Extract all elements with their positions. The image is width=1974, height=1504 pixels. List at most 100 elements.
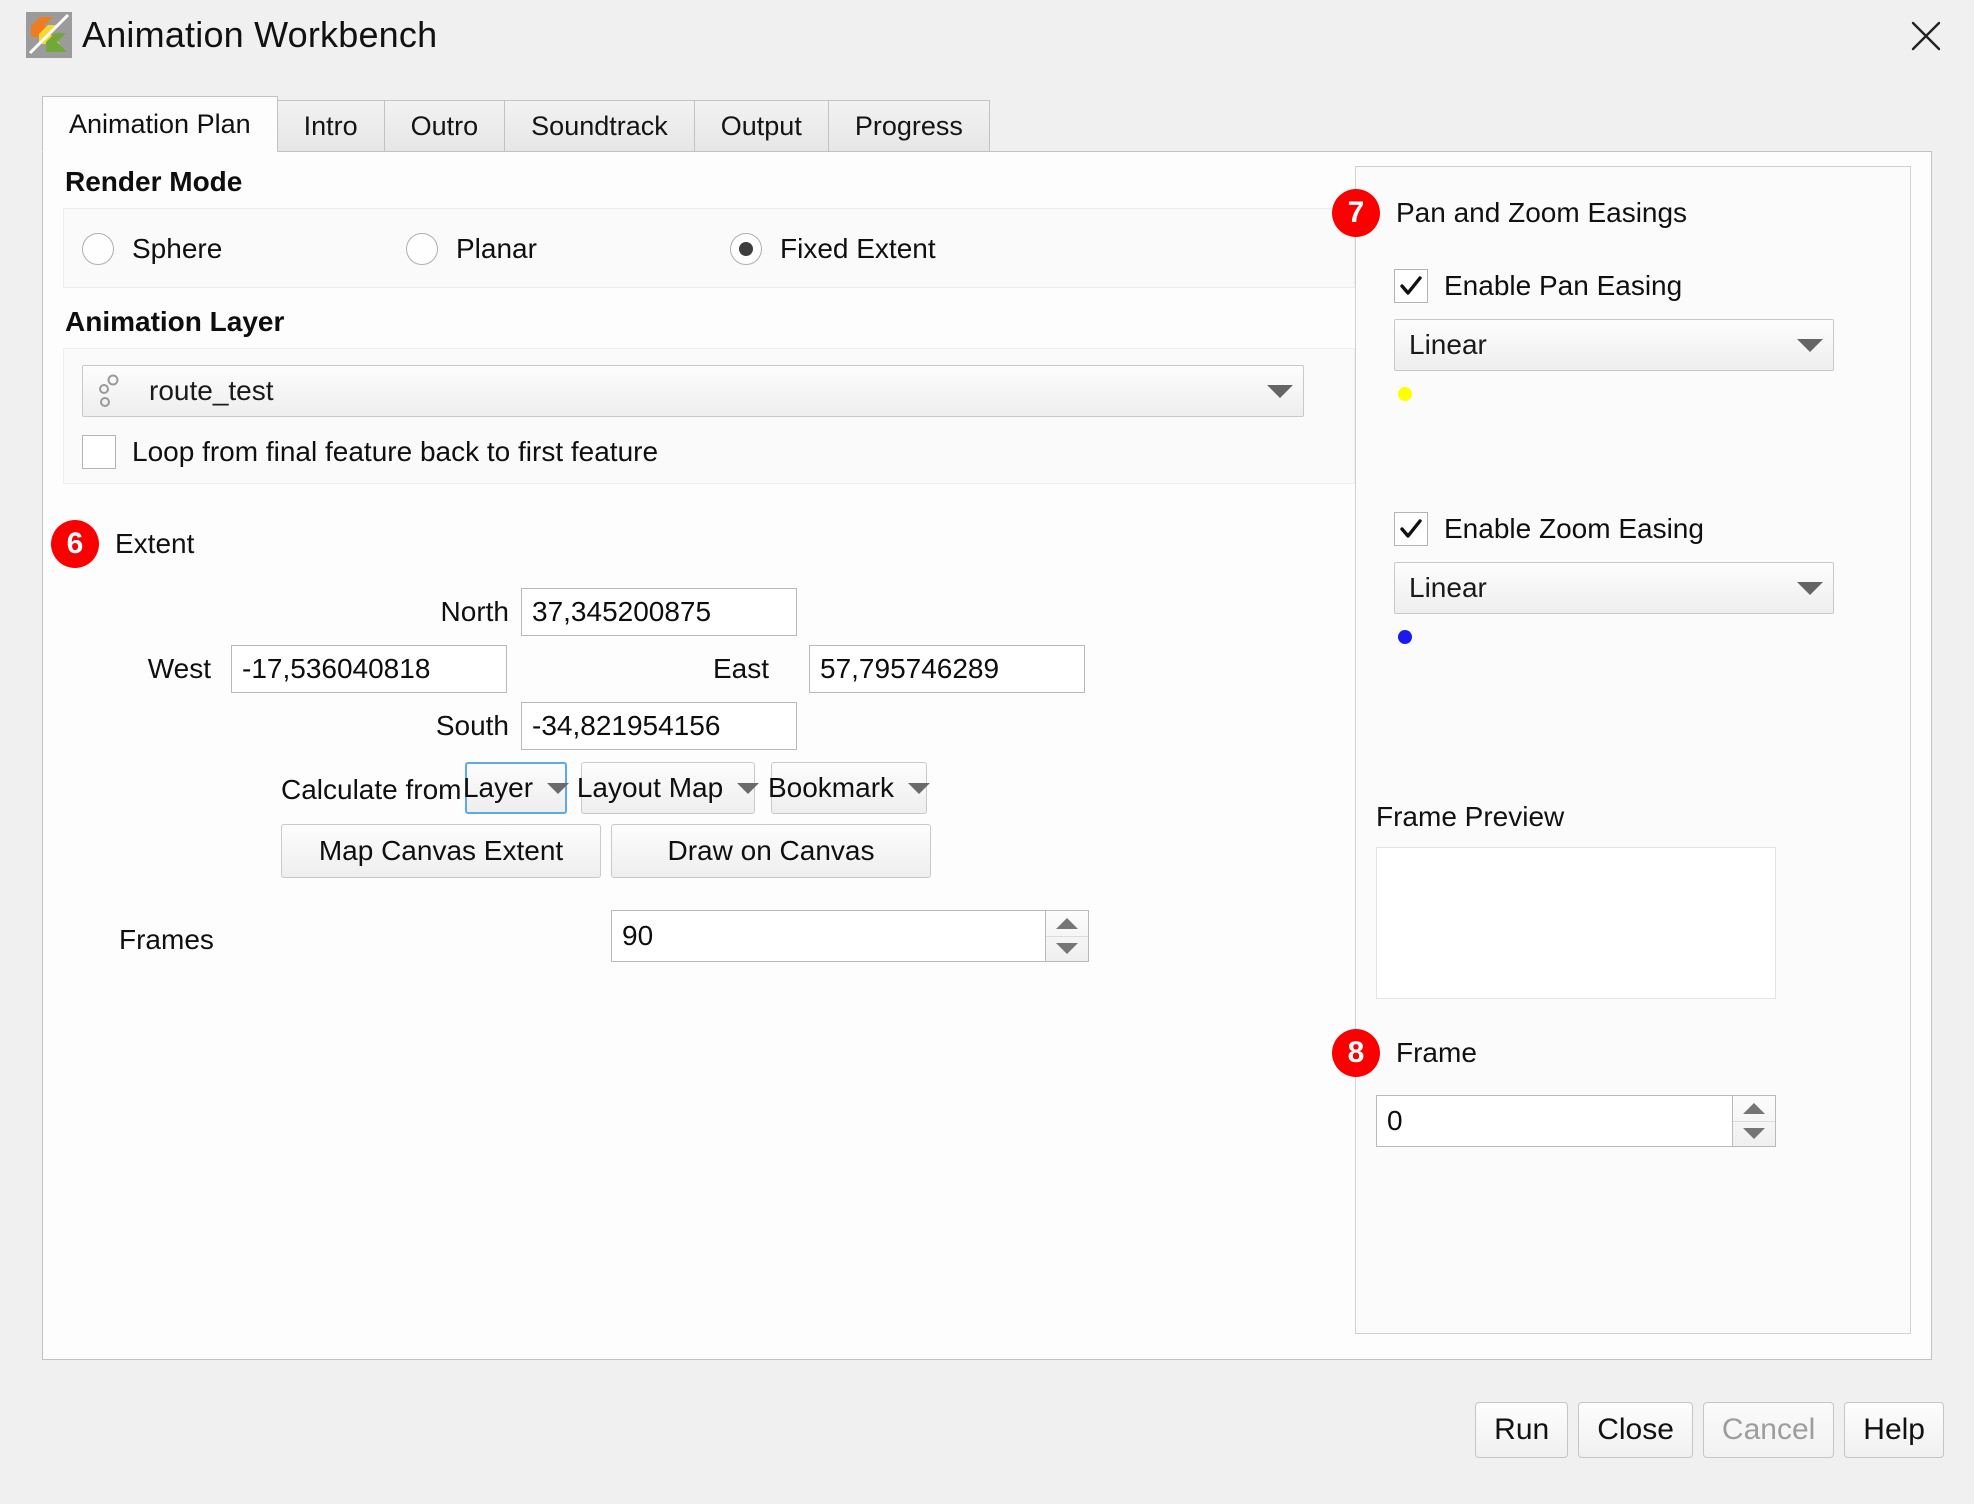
title-bar: Animation Workbench <box>0 0 1974 83</box>
west-label: West <box>147 653 211 684</box>
frame-step-down-icon[interactable] <box>1733 1122 1775 1147</box>
frames-step-up-icon[interactable] <box>1046 911 1088 937</box>
tab-bar: Animation Plan Intro Outro Soundtrack Ou… <box>42 96 1932 152</box>
left-column: Render Mode Sphere Planar Fixed Extent A… <box>51 166 1355 1028</box>
frames-label: Frames <box>119 924 214 955</box>
tab-label: Intro <box>303 111 358 141</box>
checkbox-indicator <box>82 435 116 469</box>
draw-on-canvas-button[interactable]: Draw on Canvas <box>611 824 931 878</box>
zoom-easing-preview <box>1398 630 1910 649</box>
calc-from-layout-map-button[interactable]: Layout Map <box>577 762 760 814</box>
radio-sphere[interactable]: Sphere <box>82 233 406 265</box>
point-layer-icon <box>97 371 149 411</box>
enable-zoom-easing-checkbox[interactable]: Enable Zoom Easing <box>1394 512 1910 546</box>
tab-animation-plan[interactable]: Animation Plan <box>42 96 278 152</box>
frame-stepper[interactable] <box>1732 1095 1776 1147</box>
west-input[interactable]: -17,536040818 <box>231 645 507 693</box>
close-button[interactable]: Close <box>1578 1402 1693 1458</box>
checkbox-indicator <box>1394 512 1428 546</box>
calc-from-layer-label: Layer <box>462 772 534 803</box>
loop-final-feature-checkbox[interactable]: Loop from final feature back to first fe… <box>82 435 1336 469</box>
close-icon[interactable] <box>1904 14 1948 58</box>
north-input[interactable]: 37,345200875 <box>521 588 797 636</box>
chevron-down-icon <box>1793 338 1827 352</box>
animation-workbench-window: Animation Workbench Animation Plan Intro… <box>0 0 1974 1504</box>
zoom-easing-combo[interactable]: Linear <box>1394 562 1834 614</box>
radio-planar[interactable]: Planar <box>406 233 730 265</box>
frame-spinbox[interactable]: 0 <box>1376 1095 1776 1147</box>
tab-label: Animation Plan <box>69 108 251 139</box>
extent-header: 6 Extent <box>51 520 1355 568</box>
frame-preview-title: Frame Preview <box>1376 801 1565 832</box>
close-label: Close <box>1597 1413 1674 1446</box>
step-badge-8: 8 <box>1332 1029 1380 1077</box>
extent-title: Extent <box>115 528 195 559</box>
chevron-down-icon <box>1793 581 1827 595</box>
frames-spinbox[interactable]: 90 <box>611 910 1089 962</box>
south-label: South <box>435 710 509 741</box>
chevron-down-icon <box>908 782 931 794</box>
tab-soundtrack[interactable]: Soundtrack <box>504 100 695 152</box>
animation-layer-title: Animation Layer <box>65 306 285 337</box>
right-panel: 7 Pan and Zoom Easings Enable Pan Easing… <box>1332 166 1911 1334</box>
tab-label: Output <box>720 111 802 141</box>
map-canvas-extent-button[interactable]: Map Canvas Extent <box>281 824 601 878</box>
radio-indicator <box>82 233 114 265</box>
enable-zoom-easing-label: Enable Zoom Easing <box>1444 513 1704 544</box>
zoom-easing-marker-dot <box>1398 630 1412 644</box>
enable-pan-easing-checkbox[interactable]: Enable Pan Easing <box>1394 269 1910 303</box>
radio-label: Planar <box>456 233 537 264</box>
chevron-down-icon <box>737 782 760 794</box>
extent-fields: North 37,345200875 West -17,536040818 Ea… <box>63 588 1355 1028</box>
render-mode-title: Render Mode <box>65 166 243 197</box>
help-label: Help <box>1863 1413 1925 1446</box>
zoom-easing-value: Linear <box>1409 572 1487 603</box>
frame-input[interactable]: 0 <box>1376 1095 1732 1147</box>
frames-step-down-icon[interactable] <box>1046 937 1088 962</box>
frame-header: 8 Frame <box>1332 1029 1910 1077</box>
cancel-label: Cancel <box>1721 1413 1816 1446</box>
chevron-down-icon <box>547 782 570 794</box>
frame-step-up-icon[interactable] <box>1733 1096 1775 1122</box>
pan-easing-marker-dot <box>1398 387 1412 401</box>
checkbox-indicator <box>1394 269 1428 303</box>
run-button[interactable]: Run <box>1475 1402 1569 1458</box>
pan-easing-combo[interactable]: Linear <box>1394 319 1834 371</box>
map-canvas-extent-label: Map Canvas Extent <box>318 835 564 866</box>
enable-pan-easing-label: Enable Pan Easing <box>1444 270 1683 301</box>
tab-intro[interactable]: Intro <box>276 100 385 152</box>
cancel-button: Cancel <box>1702 1402 1835 1458</box>
step-badge-7: 7 <box>1332 189 1380 237</box>
loop-final-feature-label: Loop from final feature back to first fe… <box>132 436 659 467</box>
window-title: Animation Workbench <box>82 14 438 55</box>
east-label: East <box>712 653 769 684</box>
render-mode-group: Sphere Planar Fixed Extent <box>63 208 1355 288</box>
frame-preview-image <box>1376 847 1776 999</box>
app-logo-icon <box>26 12 72 58</box>
pan-easing-preview <box>1398 387 1910 406</box>
east-input[interactable]: 57,795746289 <box>809 645 1085 693</box>
frames-input[interactable]: 90 <box>611 910 1045 962</box>
chevron-down-icon <box>1263 384 1297 398</box>
calc-from-layer-button[interactable]: Layer <box>462 762 570 814</box>
tab-progress[interactable]: Progress <box>827 100 990 152</box>
south-input[interactable]: -34,821954156 <box>521 702 797 750</box>
tab-label: Soundtrack <box>531 111 668 141</box>
radio-indicator <box>406 233 438 265</box>
radio-fixed-extent[interactable]: Fixed Extent <box>730 233 936 265</box>
tab-label: Outro <box>410 111 479 141</box>
animation-layer-combo[interactable]: route_test <box>82 365 1304 417</box>
tab-output[interactable]: Output <box>693 100 829 152</box>
pan-easing-value: Linear <box>1409 329 1487 360</box>
north-label: North <box>440 596 509 627</box>
easings-title: Pan and Zoom Easings <box>1396 197 1688 228</box>
calc-from-layout-map-label: Layout Map <box>576 772 724 803</box>
calc-from-bookmark-label: Bookmark <box>767 772 895 803</box>
frames-stepper[interactable] <box>1045 910 1089 962</box>
run-label: Run <box>1494 1413 1550 1446</box>
help-button[interactable]: Help <box>1844 1402 1944 1458</box>
tab-page-animation-plan: Render Mode Sphere Planar Fixed Extent A… <box>42 151 1932 1360</box>
tab-outro[interactable]: Outro <box>383 100 506 152</box>
calc-from-bookmark-button[interactable]: Bookmark <box>767 762 931 814</box>
step-badge-6: 6 <box>51 520 99 568</box>
